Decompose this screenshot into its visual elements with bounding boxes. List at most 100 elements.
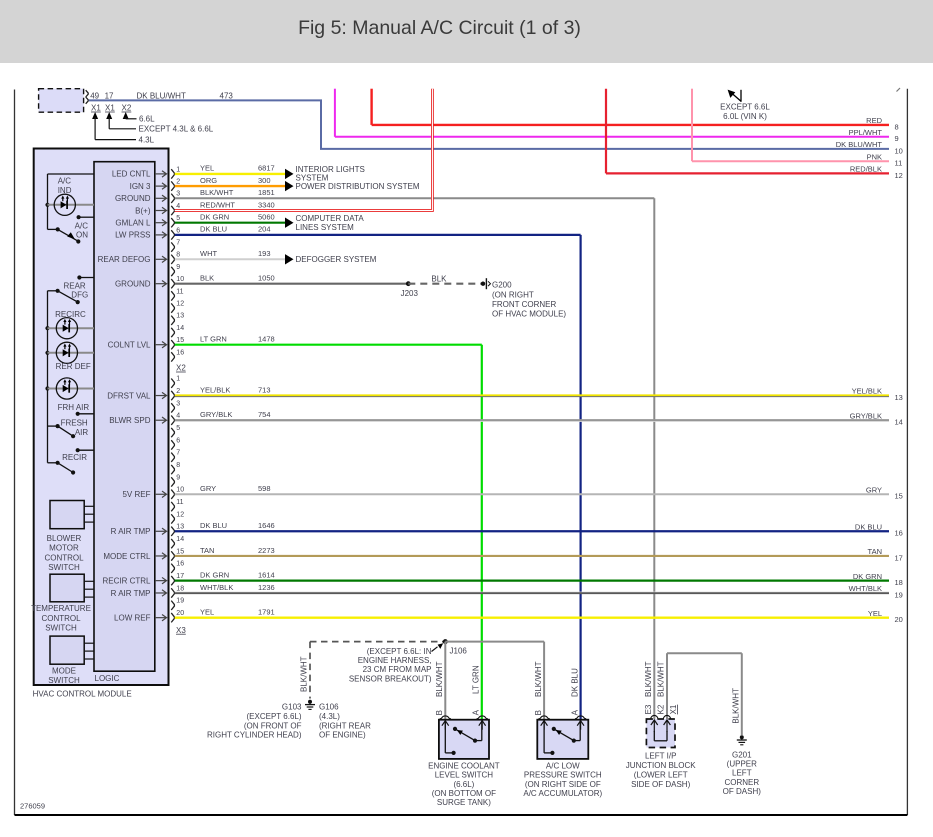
- svg-text:REAR: REAR: [63, 282, 85, 291]
- svg-text:LT GRN: LT GRN: [472, 665, 481, 694]
- svg-text:ENGINE HARNESS,: ENGINE HARNESS,: [358, 656, 432, 665]
- svg-text:12: 12: [895, 171, 903, 180]
- svg-text:1851: 1851: [258, 188, 275, 197]
- svg-text:EXCEPT 6.6L: EXCEPT 6.6L: [720, 102, 770, 111]
- svg-text:6.0L (VIN K): 6.0L (VIN K): [723, 112, 767, 121]
- svg-text:B: B: [534, 710, 543, 715]
- svg-text:BLK/WHT: BLK/WHT: [657, 661, 666, 697]
- svg-text:13: 13: [895, 393, 903, 402]
- svg-text:LINES SYSTEM: LINES SYSTEM: [296, 223, 355, 232]
- svg-text:1: 1: [176, 166, 180, 173]
- svg-text:AIR: AIR: [75, 428, 89, 437]
- svg-text:JUNCTION BLOCK: JUNCTION BLOCK: [626, 761, 696, 770]
- svg-text:LT GRN: LT GRN: [200, 335, 227, 344]
- svg-text:SWITCH: SWITCH: [48, 676, 80, 685]
- svg-text:X2: X2: [176, 364, 186, 373]
- svg-text:SWITCH: SWITCH: [48, 563, 80, 572]
- svg-text:8: 8: [895, 122, 899, 131]
- svg-text:5V REF: 5V REF: [122, 490, 150, 499]
- svg-text:WHT: WHT: [200, 249, 217, 258]
- svg-text:GRY/BLK: GRY/BLK: [850, 411, 882, 420]
- svg-text:14: 14: [176, 325, 184, 332]
- svg-text:LEVEL SWITCH: LEVEL SWITCH: [435, 771, 494, 780]
- svg-text:14: 14: [895, 418, 903, 427]
- svg-text:YEL: YEL: [200, 164, 214, 173]
- svg-text:CONTROL: CONTROL: [44, 553, 84, 562]
- svg-text:BLK/WHT: BLK/WHT: [435, 661, 444, 697]
- svg-text:11: 11: [176, 499, 183, 506]
- svg-text:4: 4: [176, 413, 180, 420]
- svg-text:B(+): B(+): [135, 206, 151, 215]
- svg-text:1646: 1646: [258, 521, 275, 530]
- svg-text:(ON BOTTOM OF: (ON BOTTOM OF: [432, 789, 496, 798]
- svg-text:LED CNTL: LED CNTL: [112, 170, 151, 179]
- svg-text:DK BLU: DK BLU: [570, 668, 579, 697]
- svg-text:YEL/BLK: YEL/BLK: [200, 385, 230, 394]
- svg-text:DEFOGGER SYSTEM: DEFOGGER SYSTEM: [296, 255, 377, 264]
- svg-text:B: B: [435, 710, 444, 715]
- svg-text:15: 15: [176, 548, 184, 555]
- svg-text:193: 193: [258, 249, 271, 258]
- svg-text:BLK: BLK: [200, 274, 214, 283]
- svg-text:YEL: YEL: [868, 609, 882, 618]
- svg-text:BLK/WHT: BLK/WHT: [300, 656, 309, 692]
- svg-text:HVAC CONTROL MODULE: HVAC CONTROL MODULE: [33, 690, 132, 699]
- svg-text:R AIR TMP: R AIR TMP: [111, 527, 151, 536]
- svg-text:LEFT I/P: LEFT I/P: [645, 752, 676, 761]
- svg-text:(EXCEPT 6.6L: IN: (EXCEPT 6.6L: IN: [367, 647, 432, 656]
- svg-text:G106: G106: [319, 703, 339, 712]
- svg-text:1050: 1050: [258, 274, 275, 283]
- svg-text:A: A: [570, 709, 579, 715]
- svg-text:(ON FRONT OF: (ON FRONT OF: [244, 721, 302, 730]
- svg-text:OF DASH): OF DASH): [723, 787, 762, 796]
- svg-text:276059: 276059: [20, 802, 45, 811]
- svg-text:10: 10: [176, 487, 184, 494]
- svg-text:G201: G201: [732, 750, 752, 759]
- svg-text:IGN 3: IGN 3: [130, 182, 151, 191]
- svg-text:19: 19: [895, 590, 903, 599]
- svg-text:K2: K2: [657, 704, 666, 714]
- svg-text:BLK/WHT: BLK/WHT: [200, 188, 234, 197]
- svg-text:17: 17: [895, 553, 903, 562]
- svg-text:15: 15: [176, 337, 184, 344]
- svg-text:REAR DEFOG: REAR DEFOG: [98, 255, 151, 264]
- svg-text:23 CM FROM MAP: 23 CM FROM MAP: [363, 665, 432, 674]
- svg-text:(ON RIGHT: (ON RIGHT: [492, 291, 534, 300]
- svg-text:300: 300: [258, 176, 271, 185]
- svg-text:204: 204: [258, 225, 271, 234]
- svg-text:GRY/BLK: GRY/BLK: [200, 410, 232, 419]
- svg-text:A/C: A/C: [75, 222, 89, 231]
- svg-text:X1: X1: [105, 104, 115, 113]
- svg-text:13: 13: [176, 313, 184, 320]
- svg-text:10: 10: [895, 146, 903, 155]
- svg-text:DFRST VAL: DFRST VAL: [107, 391, 151, 400]
- svg-text:OF HVAC MODULE): OF HVAC MODULE): [492, 310, 566, 319]
- svg-text:1478: 1478: [258, 335, 275, 344]
- svg-text:PPL/WHT: PPL/WHT: [849, 128, 883, 137]
- svg-text:6: 6: [176, 437, 180, 444]
- svg-text:BLOWER: BLOWER: [47, 534, 82, 543]
- svg-text:GMLAN L: GMLAN L: [115, 219, 151, 228]
- svg-text:11: 11: [176, 288, 183, 295]
- svg-text:10: 10: [176, 276, 184, 283]
- svg-text:3340: 3340: [258, 200, 275, 209]
- svg-text:14: 14: [176, 536, 184, 543]
- svg-text:LW PRSS: LW PRSS: [115, 231, 150, 240]
- svg-text:R AIR TMP: R AIR TMP: [111, 589, 151, 598]
- svg-text:(4.3L): (4.3L): [319, 712, 340, 721]
- svg-text:6.6L: 6.6L: [139, 115, 155, 124]
- svg-text:RED/BLK: RED/BLK: [850, 165, 882, 174]
- svg-text:1791: 1791: [258, 607, 275, 616]
- svg-text:473: 473: [220, 91, 234, 100]
- svg-text:WHT/BLK: WHT/BLK: [849, 584, 882, 593]
- svg-text:PRESSURE SWITCH: PRESSURE SWITCH: [524, 771, 602, 780]
- svg-text:16: 16: [176, 349, 184, 356]
- svg-text:POWER DISTRIBUTION SYSTEM: POWER DISTRIBUTION SYSTEM: [296, 182, 420, 191]
- svg-text:20: 20: [176, 610, 184, 617]
- svg-text:A: A: [472, 709, 481, 715]
- svg-text:TAN: TAN: [868, 547, 882, 556]
- svg-text:A/C LOW: A/C LOW: [546, 761, 580, 770]
- svg-text:FRESH: FRESH: [61, 418, 88, 427]
- svg-text:BLK/WHT: BLK/WHT: [534, 661, 543, 697]
- svg-text:12: 12: [176, 511, 184, 518]
